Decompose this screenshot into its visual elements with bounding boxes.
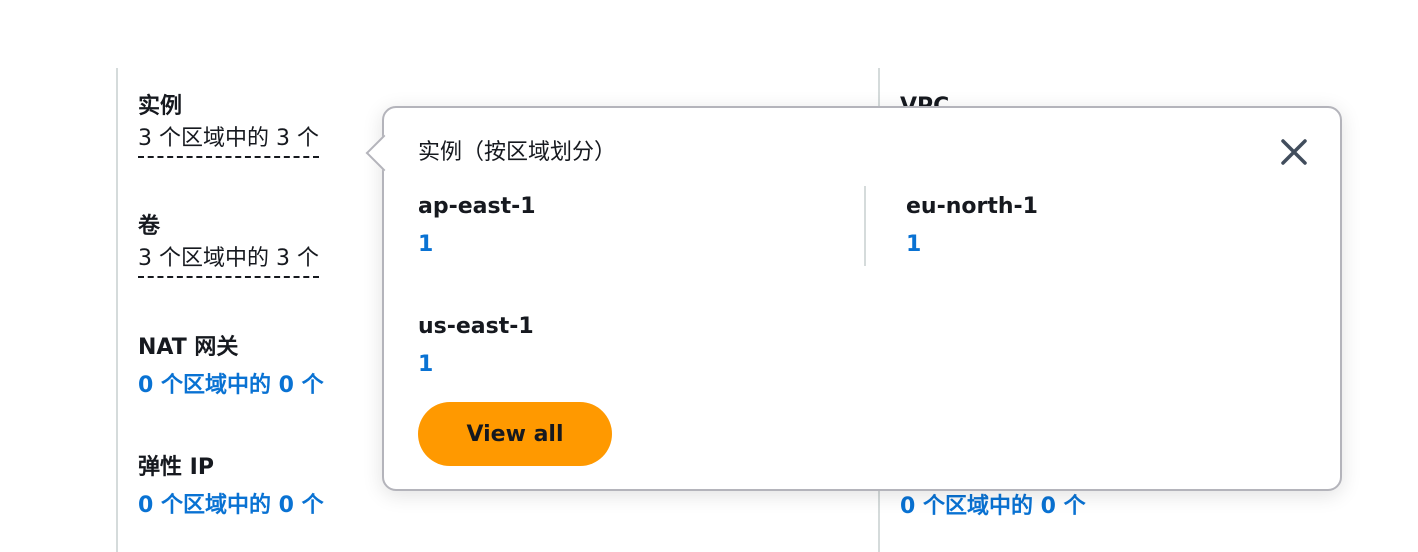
vpc-value[interactable]: 0 个区域中的 0 个	[900, 492, 1086, 522]
elastic-ip-value[interactable]: 0 个区域中的 0 个	[138, 491, 324, 521]
nat-gateways-value[interactable]: 0 个区域中的 0 个	[138, 371, 324, 401]
region-eu-north-1: eu-north-1 1	[906, 192, 1038, 260]
region-name: eu-north-1	[906, 194, 1038, 219]
region-name: ap-east-1	[418, 194, 536, 219]
elastic-ip-label: 弹性 IP	[138, 455, 214, 480]
region-count[interactable]: 1	[906, 230, 1038, 260]
volumes-value[interactable]: 3 个区域中的 3 个	[138, 244, 319, 278]
volumes-stat: 卷 3 个区域中的 3 个	[138, 212, 319, 278]
column-divider-left	[116, 68, 118, 552]
volumes-label: 卷	[138, 214, 161, 239]
nat-gateways-label: NAT 网关	[138, 335, 239, 360]
instances-stat: 实例 3 个区域中的 3 个	[138, 92, 319, 158]
region-name: us-east-1	[418, 314, 534, 339]
region-us-east-1: us-east-1 1	[418, 312, 534, 380]
close-icon[interactable]	[1278, 136, 1310, 168]
view-all-button[interactable]: View all	[418, 402, 612, 466]
region-ap-east-1: ap-east-1 1	[418, 192, 536, 260]
popover-arrow	[365, 134, 403, 172]
region-count[interactable]: 1	[418, 350, 534, 380]
instances-label: 实例	[138, 94, 183, 119]
elastic-ip-stat: 弹性 IP 0 个区域中的 0 个	[138, 453, 324, 521]
instances-value[interactable]: 3 个区域中的 3 个	[138, 124, 319, 158]
nat-gateways-stat: NAT 网关 0 个区域中的 0 个	[138, 333, 324, 401]
instances-by-region-popover: 实例（按区域划分） ap-east-1 1 eu-north-1 1 us-ea…	[365, 106, 1342, 491]
popover-title: 实例（按区域划分）	[418, 140, 617, 165]
region-count[interactable]: 1	[418, 230, 536, 260]
region-divider	[864, 186, 866, 266]
